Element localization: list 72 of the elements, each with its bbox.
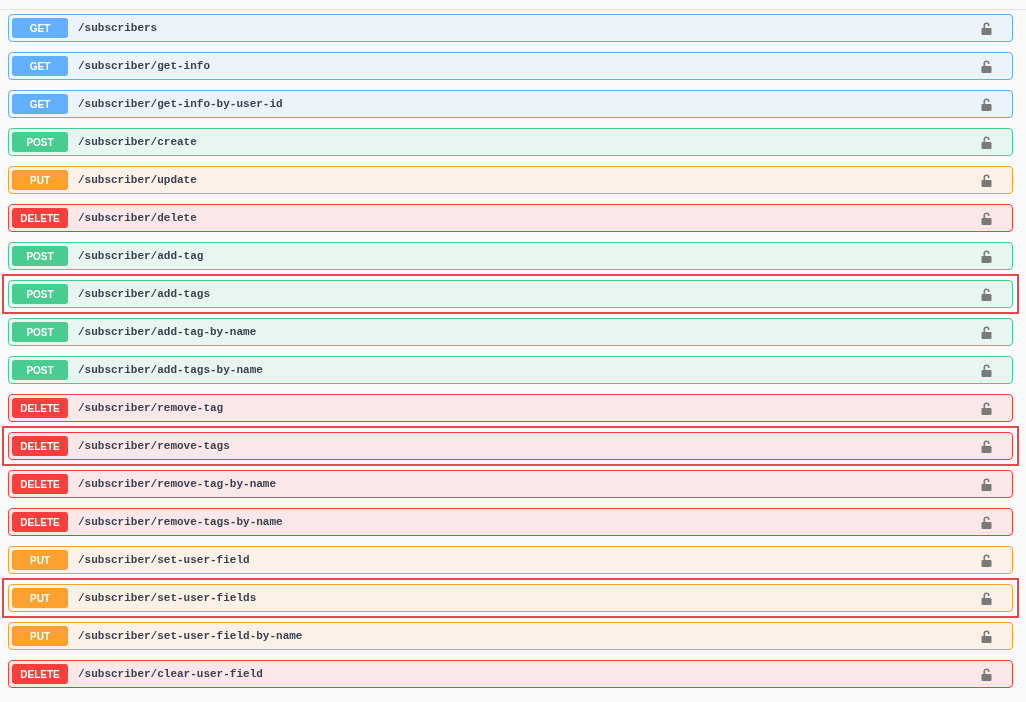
endpoint-bar[interactable]: DELETE /subscriber/delete — [8, 204, 1013, 232]
lock-icon[interactable] — [981, 591, 992, 605]
lock-icon[interactable] — [981, 21, 992, 35]
lock-icon[interactable] — [981, 401, 992, 415]
lock-icon[interactable] — [981, 553, 992, 567]
method-badge: PUT — [12, 588, 68, 608]
endpoint-bar[interactable]: POST /subscriber/add-tags-by-name — [8, 356, 1013, 384]
lock-icon[interactable] — [981, 325, 992, 339]
endpoint-path: /subscriber/get-info-by-user-id — [78, 98, 284, 110]
endpoint-bar[interactable]: DELETE /subscriber/remove-tags — [8, 432, 1013, 460]
lock-icon[interactable] — [981, 515, 992, 529]
endpoint-path: /subscriber/set-user-field — [78, 554, 251, 566]
endpoint-bar[interactable]: PUT /subscriber/set-user-field — [8, 546, 1013, 574]
endpoint-path: /subscriber/add-tag-by-name — [78, 326, 258, 338]
endpoint-bar[interactable]: DELETE /subscriber/clear-user-field — [8, 660, 1013, 688]
endpoint-path: /subscriber/add-tag — [78, 250, 205, 262]
endpoint-bar[interactable]: POST /subscriber/add-tags — [8, 280, 1013, 308]
endpoint-bar[interactable]: PUT /subscriber/set-user-field-by-name — [8, 622, 1013, 650]
endpoint-path: /subscriber/set-user-field-by-name — [78, 630, 304, 642]
endpoint-bar[interactable]: POST /subscriber/add-tag — [8, 242, 1013, 270]
lock-icon[interactable] — [981, 667, 992, 681]
lock-icon[interactable] — [981, 97, 992, 111]
lock-icon[interactable] — [981, 477, 992, 491]
endpoint-path: /subscriber/remove-tags-by-name — [78, 516, 284, 528]
endpoint-path: /subscribers — [78, 22, 159, 34]
method-badge: PUT — [12, 550, 68, 570]
lock-icon[interactable] — [981, 59, 992, 73]
endpoint-bar[interactable]: DELETE /subscriber/remove-tag — [8, 394, 1013, 422]
method-badge: GET — [12, 18, 68, 38]
endpoint-path: /subscriber/add-tags-by-name — [78, 364, 264, 376]
method-badge: DELETE — [12, 512, 68, 532]
endpoint-path: /subscriber/remove-tags — [78, 440, 231, 452]
method-badge: DELETE — [12, 436, 68, 456]
endpoint-bar[interactable]: PUT /subscriber/update — [8, 166, 1013, 194]
method-badge: POST — [12, 360, 68, 380]
method-badge: DELETE — [12, 474, 68, 494]
lock-icon[interactable] — [981, 211, 992, 225]
endpoint-path: /subscriber/remove-tag-by-name — [78, 478, 278, 490]
endpoint-bar[interactable]: POST /subscriber/create — [8, 128, 1013, 156]
method-badge: DELETE — [12, 398, 68, 418]
method-badge: DELETE — [12, 664, 68, 684]
endpoint-path: /subscriber/delete — [78, 212, 198, 224]
lock-icon[interactable] — [981, 173, 992, 187]
lock-icon[interactable] — [981, 287, 992, 301]
endpoint-path: /subscriber/create — [78, 136, 198, 148]
lock-icon[interactable] — [981, 439, 992, 453]
endpoint-path: /subscriber/remove-tag — [78, 402, 225, 414]
endpoint-path: /subscriber/clear-user-field — [78, 668, 264, 680]
lock-icon[interactable] — [981, 629, 992, 643]
method-badge: POST — [12, 322, 68, 342]
method-badge: PUT — [12, 626, 68, 646]
endpoint-bar[interactable]: DELETE /subscriber/remove-tag-by-name — [8, 470, 1013, 498]
method-badge: POST — [12, 132, 68, 152]
endpoint-path: /subscriber/add-tags — [78, 288, 212, 300]
endpoint-bar[interactable]: POST /subscriber/add-tag-by-name — [8, 318, 1013, 346]
lock-icon[interactable] — [981, 363, 992, 377]
method-badge: DELETE — [12, 208, 68, 228]
endpoint-path: /subscriber/get-info — [78, 60, 212, 72]
endpoint-path: /subscriber/set-user-fields — [78, 592, 258, 604]
lock-icon[interactable] — [981, 135, 992, 149]
endpoint-bar[interactable]: PUT /subscriber/set-user-fields — [8, 584, 1013, 612]
endpoint-bar[interactable]: DELETE /subscriber/remove-tags-by-name — [8, 508, 1013, 536]
lock-icon[interactable] — [981, 249, 992, 263]
method-badge: GET — [12, 56, 68, 76]
method-badge: POST — [12, 284, 68, 304]
endpoint-bar[interactable]: GET /subscriber/get-info — [8, 52, 1013, 80]
endpoint-path: /subscriber/update — [78, 174, 198, 186]
method-badge: GET — [12, 94, 68, 114]
method-badge: POST — [12, 246, 68, 266]
method-badge: PUT — [12, 170, 68, 190]
endpoint-bar[interactable]: GET /subscriber/get-info-by-user-id — [8, 90, 1013, 118]
endpoint-bar[interactable]: GET /subscribers — [8, 14, 1013, 42]
